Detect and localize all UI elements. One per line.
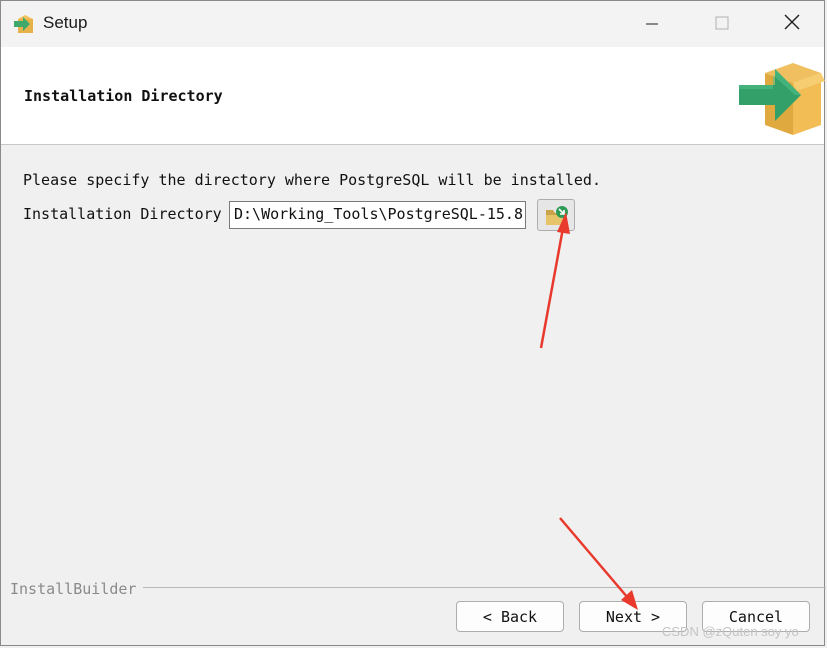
minimize-icon <box>646 15 658 34</box>
page-title: Installation Directory <box>24 87 223 105</box>
directory-description: Please specify the directory where Postg… <box>23 171 601 189</box>
maximize-button[interactable] <box>687 1 757 47</box>
csdn-watermark: CSDN @zQuten soy yo <box>662 624 799 639</box>
maximize-icon <box>715 15 729 34</box>
page-header: Installation Directory <box>1 47 825 145</box>
back-button[interactable]: < Back <box>456 601 564 632</box>
installer-box-arrow-icon <box>735 55 825 137</box>
installbuilder-brand: InstallBuilder <box>10 580 137 598</box>
installer-box-arrow-icon <box>13 13 35 35</box>
setup-window: Setup Installation Directory Please spec… <box>0 0 826 646</box>
installation-directory-label: Installation Directory <box>23 205 222 223</box>
close-icon <box>784 14 800 34</box>
installation-directory-input[interactable]: D:\Working_Tools\PostgreSQL-15.8 <box>229 201 526 229</box>
minimize-button[interactable] <box>617 1 687 47</box>
folder-browse-icon <box>545 205 569 231</box>
title-bar: Setup <box>1 1 824 47</box>
window-title: Setup <box>43 13 88 32</box>
footer-divider <box>143 587 826 588</box>
close-button[interactable] <box>757 1 827 47</box>
browse-button[interactable] <box>537 199 575 231</box>
